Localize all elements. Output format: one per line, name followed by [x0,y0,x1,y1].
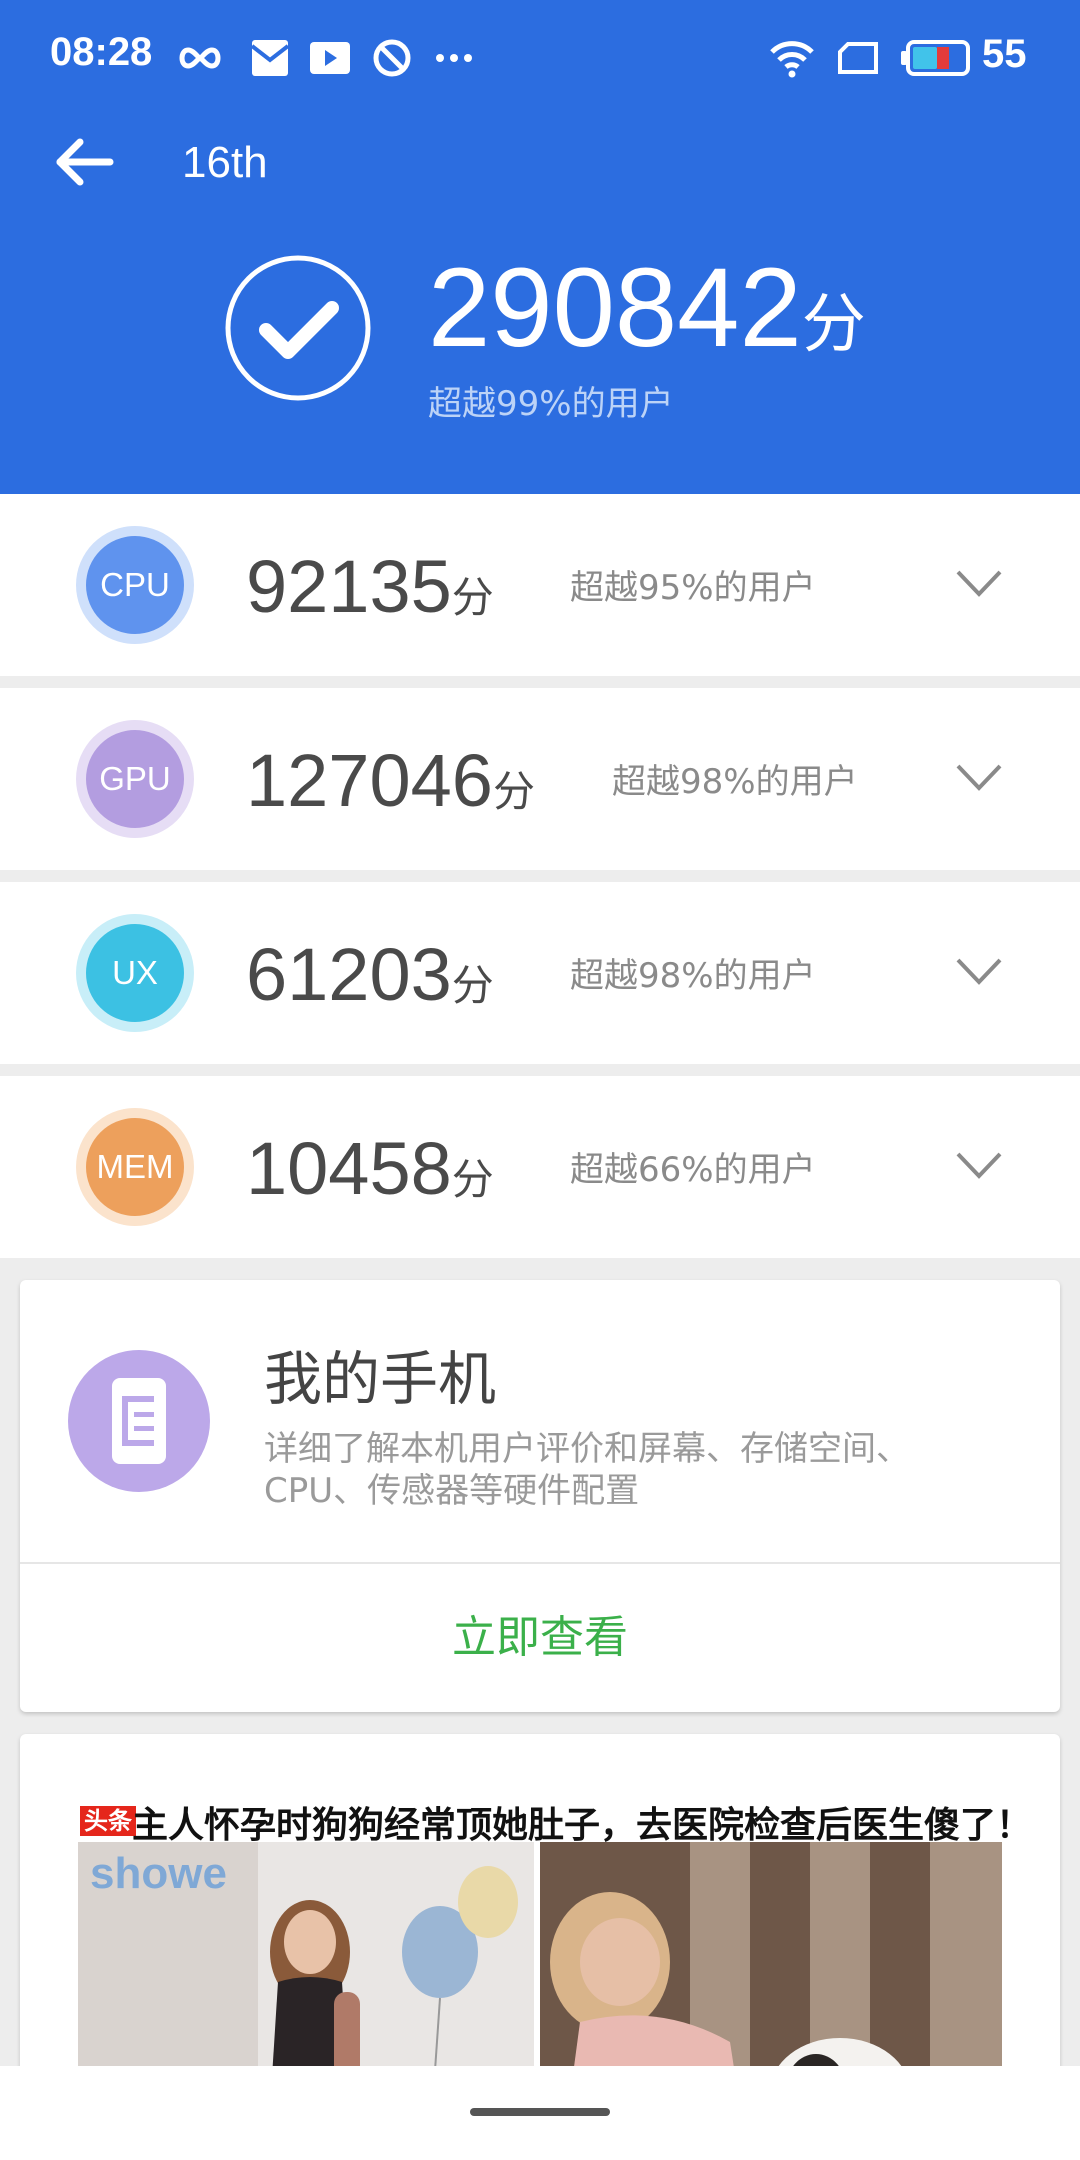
total-score-value: 290842 [428,245,802,370]
gpu-badge-label: GPU [86,730,184,828]
total-score: 290842分 [428,248,866,384]
ad-source-badge: 头条 [80,1806,136,1836]
play-icon [310,42,350,74]
cpu-score-value: 92135 [246,545,452,628]
cpu-badge: CPU [76,526,194,644]
my-phone-title: 我的手机 [264,1345,497,1413]
chevron-down-icon[interactable] [954,564,1004,602]
infinity-icon [179,47,221,69]
cpu-score-unit: 分 [451,574,494,621]
gpu-rank-text: 超越98%的用户 [612,762,858,802]
mem-score-value: 10458 [246,1127,452,1210]
check-circle-icon [225,255,371,401]
gpu-badge: GPU [76,720,194,838]
more-dots-icon [436,54,472,62]
gpu-score: 127046分 [246,736,535,837]
status-bar: 08:28 55 [0,0,1080,112]
wifi-icon [770,41,814,78]
mem-score-unit: 分 [451,1156,494,1203]
my-phone-description: 详细了解本机用户评价和屏幕、存储空间、CPU、传感器等硬件配置 [264,1429,910,1511]
score-row-gpu[interactable]: GPU 127046分 超越98%的用户 [0,688,1080,870]
cpu-badge-label: CPU [86,536,184,634]
chevron-down-icon[interactable] [954,952,1004,990]
ux-badge: UX [76,914,194,1032]
total-score-unit: 分 [801,288,866,360]
document-icon [112,1378,166,1464]
total-rank-text: 超越99%的用户 [428,384,674,424]
back-arrow-icon[interactable] [50,130,120,200]
battery-percent: 55 [982,32,1027,76]
block-icon [373,39,411,77]
mem-badge-label: MEM [86,1118,184,1216]
cpu-score: 92135分 [246,542,494,643]
ux-score: 61203分 [246,930,494,1031]
mem-rank-text: 超越66%的用户 [570,1150,816,1190]
my-phone-icon [68,1350,210,1492]
balloon-banner-text: showe [90,1849,227,1898]
ad-title[interactable]: 主人怀孕时狗狗经常顶她肚子，去医院检查后医生傻了！ [132,1796,1032,1848]
score-row-mem[interactable]: MEM 10458分 超越66%的用户 [0,1076,1080,1258]
score-row-cpu[interactable]: CPU 92135分 超越95%的用户 [0,494,1080,676]
score-row-ux[interactable]: UX 61203分 超越98%的用户 [0,882,1080,1064]
status-time: 08:28 [50,30,153,74]
page-title: 16th [182,138,268,187]
mail-icon [250,40,290,76]
my-phone-card: 我的手机 详细了解本机用户评价和屏幕、存储空间、CPU、传感器等硬件配置 立即查… [20,1280,1060,1712]
battery-icon [901,40,970,76]
view-now-button[interactable]: 立即查看 [20,1564,1060,1712]
gpu-score-value: 127046 [246,739,493,822]
score-header: 08:28 55 16th 290842分 超越99%的用户 [0,0,1080,494]
ux-score-value: 61203 [246,933,452,1016]
ux-badge-label: UX [86,924,184,1022]
chevron-down-icon[interactable] [954,1146,1004,1184]
chevron-down-icon[interactable] [954,758,1004,796]
home-gesture-handle[interactable] [470,2108,610,2116]
mem-score: 10458分 [246,1124,494,1225]
cpu-rank-text: 超越95%的用户 [570,568,816,608]
gpu-score-unit: 分 [492,768,535,815]
mem-badge: MEM [76,1108,194,1226]
screen: 08:28 55 16th 290842分 超越99%的用户 CPU 92135… [0,0,1080,2160]
ux-score-unit: 分 [451,962,494,1009]
screen-icon [838,42,878,74]
navigation-bar [0,2066,1080,2160]
ux-rank-text: 超越98%的用户 [570,956,816,996]
